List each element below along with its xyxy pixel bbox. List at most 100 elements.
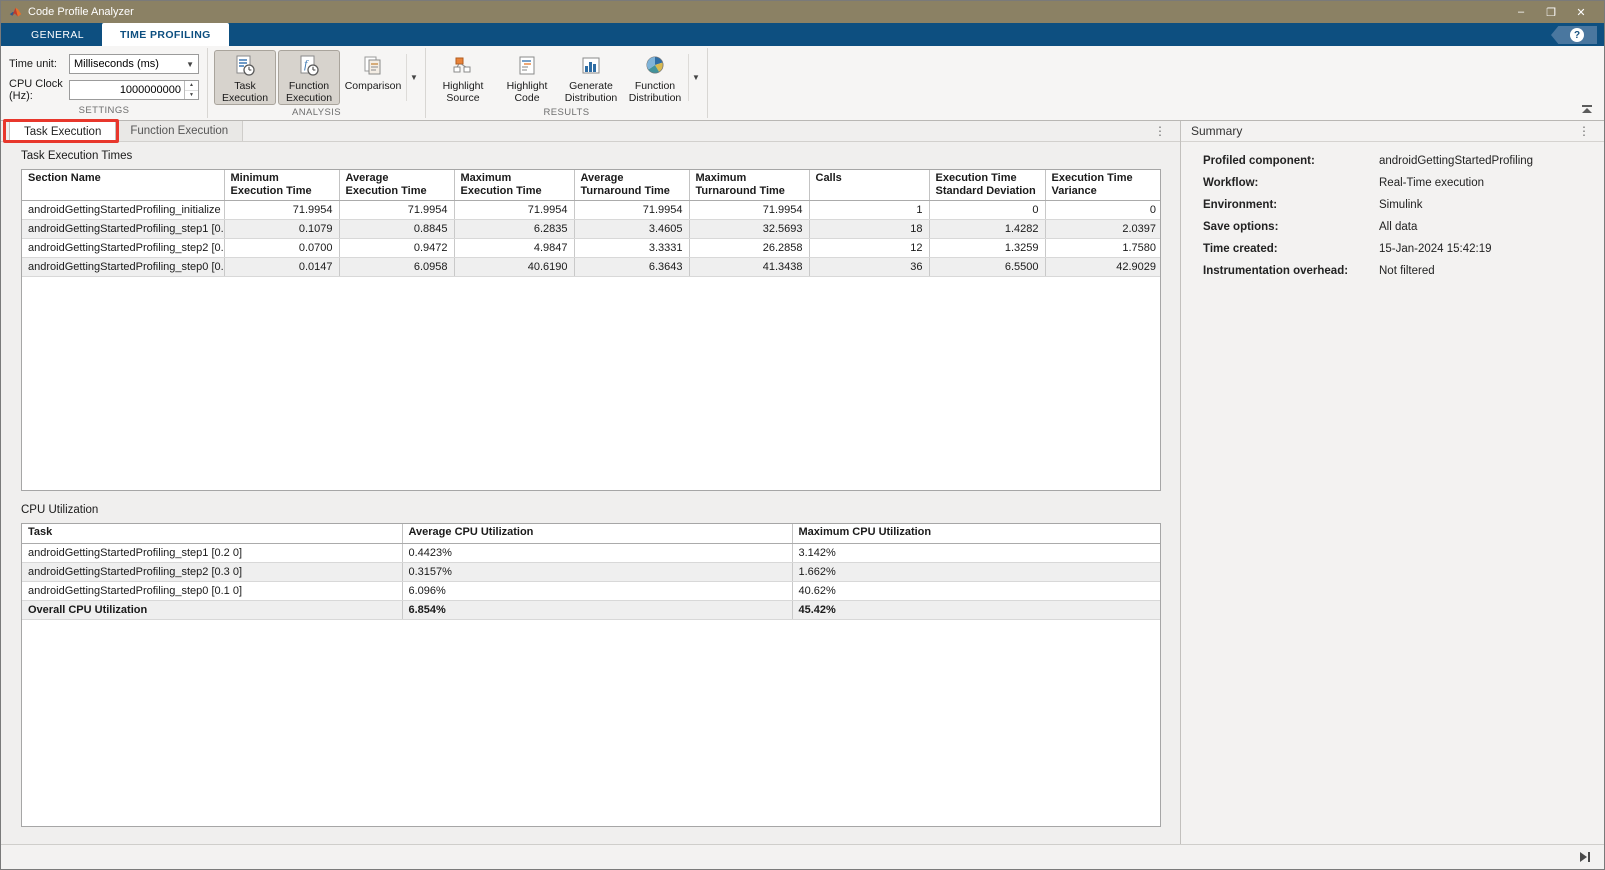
summary-field: Instrumentation overhead: Not filtered	[1203, 265, 1594, 277]
cell: 0.4423%	[402, 543, 792, 562]
cell: 71.9954	[689, 201, 809, 220]
table-row[interactable]: androidGettingStartedProfiling_step0 [0.…	[22, 581, 1161, 600]
collapse-toolstrip-icon[interactable]	[1580, 105, 1594, 115]
table-row[interactable]: androidGettingStartedProfiling_initializ…	[22, 201, 1161, 220]
cell: 71.9954	[454, 201, 574, 220]
results-section: Highlight Source Highlight Code	[426, 46, 707, 120]
highlight-source-button-label: Highlight Source	[433, 80, 493, 104]
minimize-button[interactable]: –	[1506, 1, 1536, 23]
time-unit-value: Milliseconds (ms)	[74, 58, 159, 70]
highlight-code-button[interactable]: Highlight Code	[496, 50, 558, 105]
column-header: Maximum Turnaround Time	[689, 170, 809, 201]
expand-panel-icon[interactable]	[1580, 852, 1590, 862]
cell: 6.5500	[929, 258, 1045, 277]
summary-field-label: Save options:	[1203, 221, 1379, 233]
cpu-utilization-table-container: TaskAverage CPU UtilizationMaximum CPU U…	[21, 523, 1161, 827]
summary-field-label: Workflow:	[1203, 177, 1379, 189]
cpu-clock-input[interactable]	[70, 81, 184, 99]
summary-field-label: Time created:	[1203, 243, 1379, 255]
stepper-down-icon[interactable]: ▼	[185, 91, 198, 100]
comparison-button-label: Comparison	[345, 80, 402, 92]
document-pane: Task Execution Function Execution ⋮ Task…	[1, 121, 1180, 844]
cell: 0.0147	[224, 258, 339, 277]
ribbon-tabbar: GENERAL TIME PROFILING ?	[1, 23, 1604, 46]
matlab-logo-icon	[9, 6, 22, 19]
cell: androidGettingStartedProfiling_step2 [0.…	[22, 562, 402, 581]
stepper-up-icon[interactable]: ▲	[185, 81, 198, 91]
toolstrip: Time unit: Milliseconds (ms) ▼ CPU Clock…	[1, 46, 1604, 121]
analysis-section: Task Execution f Function Execution	[208, 46, 425, 120]
function-execution-icon: f	[297, 54, 321, 78]
cell: androidGettingStartedProfiling_step1 [0.…	[22, 220, 224, 239]
cell: 12	[809, 239, 929, 258]
doc-tab-task-execution[interactable]: Task Execution	[9, 121, 116, 141]
summary-field: Environment: Simulink	[1203, 199, 1594, 211]
results-section-label: RESULTS	[426, 107, 707, 120]
cell: 6.854%	[402, 600, 792, 619]
function-distribution-button[interactable]: Function Distribution	[624, 50, 686, 105]
generate-distribution-button[interactable]: Generate Distribution	[560, 50, 622, 105]
cpu-clock-field-wrap: ▲ ▼	[69, 80, 199, 100]
cell: 6.2835	[454, 220, 574, 239]
highlight-source-button[interactable]: Highlight Source	[432, 50, 494, 105]
window-title: Code Profile Analyzer	[28, 6, 1506, 18]
time-unit-dropdown[interactable]: Milliseconds (ms) ▼	[69, 54, 199, 74]
cell: 2.0397	[1045, 220, 1161, 239]
tab-time-profiling[interactable]: TIME PROFILING	[102, 23, 229, 46]
column-header: Execution Time Standard Deviation	[929, 170, 1045, 201]
cell: 0.0700	[224, 239, 339, 258]
table-row[interactable]: androidGettingStartedProfiling_step2 [0.…	[22, 562, 1161, 581]
summary-field: Profiled component: androidGettingStarte…	[1203, 155, 1594, 167]
task-execution-view: Task Execution Times Section NameMinimum…	[1, 142, 1180, 844]
results-gallery-dropdown[interactable]: ▼	[688, 54, 703, 101]
cell: Overall CPU Utilization	[22, 600, 402, 619]
table-row[interactable]: androidGettingStartedProfiling_step0 [0.…	[22, 258, 1161, 277]
titlebar: Code Profile Analyzer – ❐ ✕	[1, 1, 1604, 23]
table-row[interactable]: androidGettingStartedProfiling_step2 [0.…	[22, 239, 1161, 258]
column-header: Average Turnaround Time	[574, 170, 689, 201]
restore-button[interactable]: ❐	[1536, 1, 1566, 23]
summary-field-value: Real-Time execution	[1379, 177, 1484, 189]
cell: 0.9472	[339, 239, 454, 258]
cpu-table-title: CPU Utilization	[21, 504, 1180, 516]
summary-field: Workflow: Real-Time execution	[1203, 177, 1594, 189]
analysis-gallery-dropdown[interactable]: ▼	[406, 54, 421, 101]
cell: 3.4605	[574, 220, 689, 239]
cell: 0.3157%	[402, 562, 792, 581]
comparison-button[interactable]: Comparison	[342, 50, 404, 105]
statusbar	[1, 844, 1604, 869]
help-button[interactable]: ?	[1551, 26, 1597, 44]
column-header: Execution Time Variance	[1045, 170, 1161, 201]
summary-field: Time created: 15-Jan-2024 15:42:19	[1203, 243, 1594, 255]
close-button[interactable]: ✕	[1566, 1, 1596, 23]
generate-distribution-button-label: Generate Distribution	[561, 80, 621, 104]
task-execution-button[interactable]: Task Execution	[214, 50, 276, 105]
cell: 6.096%	[402, 581, 792, 600]
cpu-clock-label: CPU Clock (Hz):	[9, 78, 65, 102]
table-row[interactable]: androidGettingStartedProfiling_step1 [0.…	[22, 220, 1161, 239]
cell: 0	[1045, 201, 1161, 220]
task-execution-table: Section NameMinimum Execution TimeAverag…	[22, 170, 1161, 277]
cell: 26.2858	[689, 239, 809, 258]
cell: 40.6190	[454, 258, 574, 277]
function-execution-button-label: Function Execution	[279, 80, 339, 104]
table-row[interactable]: Overall CPU Utilization6.854%45.42%	[22, 600, 1161, 619]
cell: androidGettingStartedProfiling_step1 [0.…	[22, 543, 402, 562]
column-header: Calls	[809, 170, 929, 201]
table-row[interactable]: androidGettingStartedProfiling_step1 [0.…	[22, 543, 1161, 562]
doc-tab-function-execution[interactable]: Function Execution	[116, 121, 243, 141]
document-actions-menu-icon[interactable]: ⋮	[1154, 121, 1166, 141]
column-header: Maximum CPU Utilization	[792, 524, 1161, 543]
cell: 6.0958	[339, 258, 454, 277]
function-execution-button[interactable]: f Function Execution	[278, 50, 340, 105]
cell: 3.142%	[792, 543, 1161, 562]
function-distribution-button-label: Function Distribution	[625, 80, 685, 104]
summary-actions-menu-icon[interactable]: ⋮	[1578, 124, 1590, 138]
column-header: Average Execution Time	[339, 170, 454, 201]
task-execution-button-label: Task Execution	[215, 80, 275, 104]
cpu-clock-stepper: ▲ ▼	[184, 81, 198, 99]
cell: 42.9029	[1045, 258, 1161, 277]
cell: 6.3643	[574, 258, 689, 277]
cell: 1.7580	[1045, 239, 1161, 258]
tab-general[interactable]: GENERAL	[13, 23, 102, 46]
